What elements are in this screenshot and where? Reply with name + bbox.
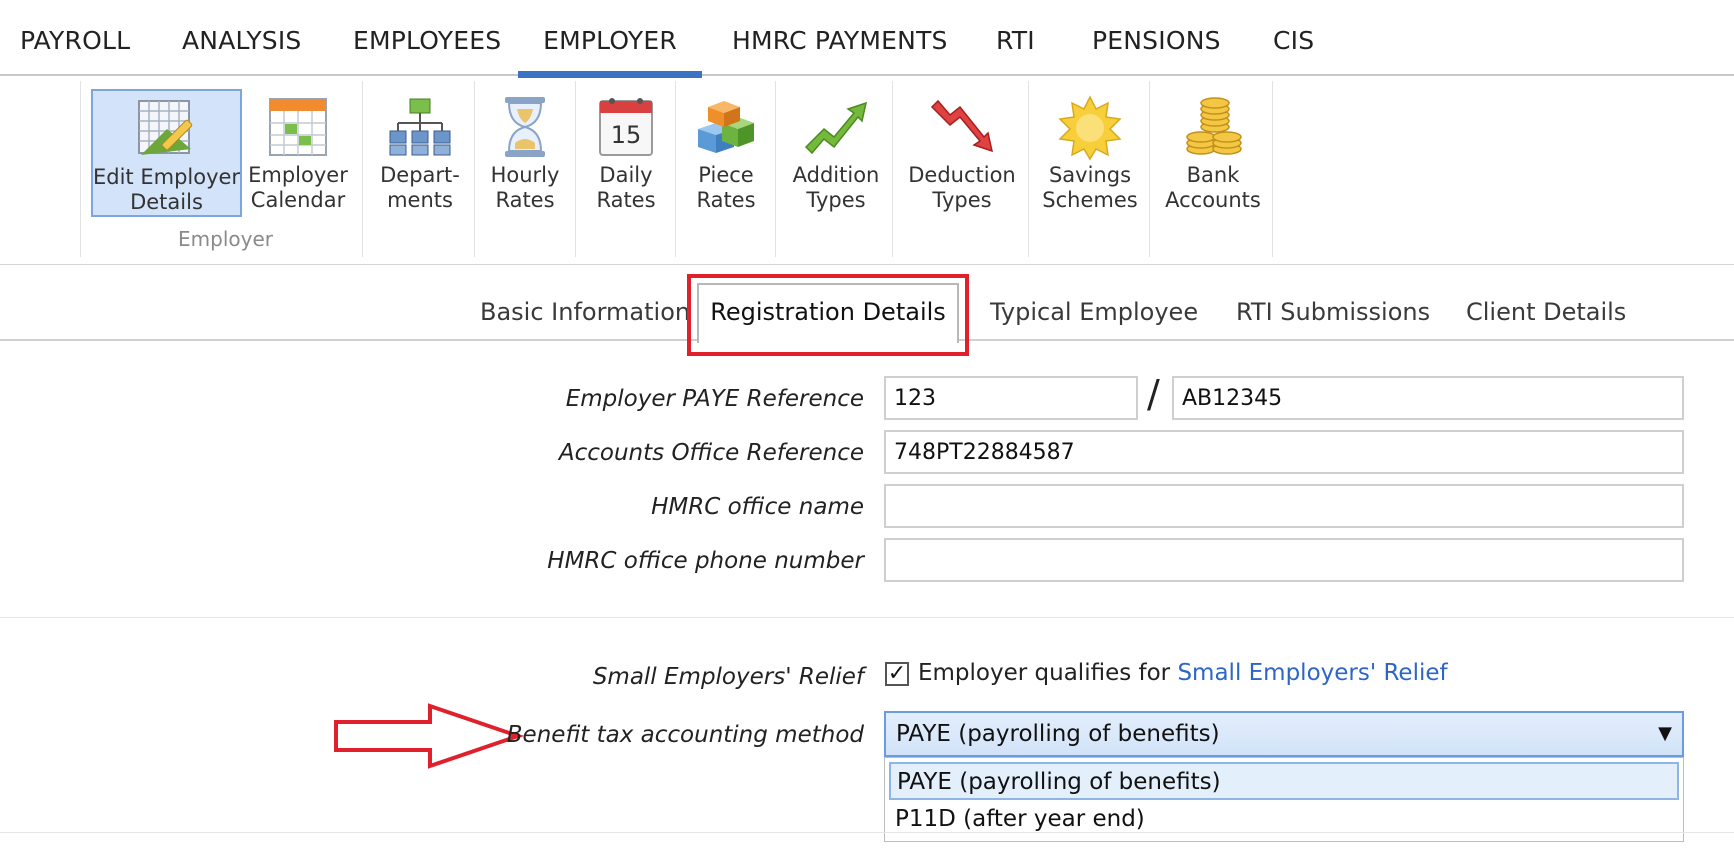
trend-down-icon (930, 99, 994, 153)
dropdown-arrow-icon: ▼ (1658, 723, 1672, 744)
ribbon-label: Employer (248, 163, 348, 187)
menu-employer[interactable]: EMPLOYER (518, 0, 702, 78)
edit-grid-icon (137, 100, 192, 155)
departments-button[interactable]: Depart- ments (370, 89, 470, 217)
hourglass-icon (505, 97, 545, 157)
ribbon-separator (575, 81, 576, 257)
ribbon-separator (1272, 81, 1273, 257)
paye-reference-label: Employer PAYE Reference (565, 386, 864, 412)
ribbon-label: Addition (792, 163, 880, 187)
main-menu-bar: PAYROLL ANALYSIS EMPLOYEES EMPLOYER HMRC… (0, 0, 1734, 78)
ribbon-label: ments (387, 188, 453, 212)
calendar-day-number: 15 (611, 121, 642, 149)
benefit-tax-method-label: Benefit tax accounting method (506, 722, 864, 748)
deduction-types-button[interactable]: Deduction Types (900, 89, 1024, 217)
ribbon-label: Schemes (1042, 188, 1138, 212)
ribbon-toolbar: Edit Employer Details Employer Calendar (0, 77, 1734, 265)
ribbon-separator (775, 81, 776, 257)
ribbon-group-label: Employer (178, 227, 273, 251)
ribbon-label: Types (932, 188, 992, 212)
calendar-grid-icon (269, 98, 327, 156)
menu-employees[interactable]: EMPLOYEES (353, 0, 501, 76)
ribbon-separator (1028, 81, 1029, 257)
menu-hmrc-payments[interactable]: HMRC PAYMENTS (732, 0, 948, 76)
ribbon-separator (892, 81, 893, 257)
ribbon-label: Piece (698, 163, 754, 187)
ribbon-label: Rates (596, 188, 656, 212)
hourly-rates-button[interactable]: Hourly Rates (480, 89, 570, 217)
select-value: PAYE (payrolling of benefits) (896, 721, 1220, 747)
addition-types-button[interactable]: Addition Types (784, 89, 888, 217)
ribbon-label: Calendar (250, 188, 346, 212)
menu-payroll[interactable]: PAYROLL (20, 0, 130, 76)
ribbon-separator (362, 81, 363, 257)
ribbon-label: Bank (1186, 163, 1240, 187)
ribbon-label: Rates (495, 188, 555, 212)
menu-rti[interactable]: RTI (996, 0, 1035, 76)
menu-analysis[interactable]: ANALYSIS (182, 0, 302, 76)
hmrc-office-phone-input[interactable] (884, 538, 1684, 582)
ribbon-label: Hourly (490, 163, 560, 187)
accounts-office-reference-label: Accounts Office Reference (558, 440, 864, 466)
tab-client-details[interactable]: Client Details (1466, 285, 1626, 341)
bank-accounts-button[interactable]: Bank Accounts (1158, 89, 1268, 217)
hmrc-office-name-label: HMRC office name (651, 494, 864, 520)
tab-rti-submissions[interactable]: RTI Submissions (1236, 285, 1430, 341)
employer-calendar-button[interactable]: Employer Calendar (246, 89, 350, 217)
ribbon-label: Savings (1048, 163, 1132, 187)
calendar-day-icon: 15 (599, 98, 653, 156)
small-employers-relief-text: Employer qualifies for Small Employers' … (918, 660, 1448, 686)
edit-employer-details-button[interactable]: Edit Employer Details (91, 89, 242, 217)
tab-registration-details[interactable]: Registration Details (697, 283, 959, 343)
ribbon-separator (80, 81, 81, 257)
menu-cis[interactable]: CIS (1273, 0, 1314, 76)
benefit-tax-method-dropdown: PAYE (payrolling of benefits) P11D (afte… (884, 757, 1684, 842)
tab-typical-employee[interactable]: Typical Employee (990, 285, 1198, 341)
checkbox-caption: Employer qualifies for (918, 660, 1171, 686)
option-paye[interactable]: PAYE (payrolling of benefits) (889, 762, 1679, 800)
daily-rates-button[interactable]: 15 Daily Rates (580, 89, 672, 217)
small-employers-relief-label: Small Employers' Relief (592, 664, 864, 690)
piece-rates-button[interactable]: Piece Rates (680, 89, 772, 217)
section-divider (0, 832, 1734, 833)
ribbon-label: Rates (696, 188, 756, 212)
ribbon-label: Depart- (380, 163, 460, 187)
savings-schemes-button[interactable]: Savings Schemes (1036, 89, 1144, 217)
org-chart-icon (389, 98, 451, 156)
trend-up-icon (804, 101, 868, 155)
ribbon-label: Deduction (908, 163, 1016, 187)
hmrc-office-phone-label: HMRC office phone number (547, 548, 864, 574)
ribbon-label: Details (130, 190, 203, 214)
paye-separator: / (1147, 372, 1160, 416)
paye-reference-part2-input[interactable] (1172, 376, 1684, 420)
section-divider (0, 617, 1734, 618)
benefit-tax-method-select[interactable]: PAYE (payrolling of benefits) ▼ (884, 711, 1684, 757)
hmrc-office-name-input[interactable] (884, 484, 1684, 528)
annotation-arrow-icon (334, 703, 525, 769)
ribbon-label: Accounts (1165, 188, 1261, 212)
accounts-office-reference-input[interactable] (884, 430, 1684, 474)
coins-icon (1186, 97, 1242, 155)
ribbon-separator (1149, 81, 1150, 257)
ribbon-label: Edit Employer (93, 165, 241, 189)
tab-bar: Basic Information Registration Details T… (0, 265, 1734, 343)
sun-badge-icon (1058, 95, 1122, 161)
small-employers-relief-link[interactable]: Small Employers' Relief (1177, 660, 1447, 686)
small-employers-relief-checkbox[interactable]: ✓ (885, 662, 909, 686)
ribbon-label: Daily (599, 163, 653, 187)
tab-basic-information[interactable]: Basic Information (480, 285, 690, 341)
paye-reference-part1-input[interactable] (884, 376, 1138, 420)
blocks-icon (698, 101, 754, 153)
ribbon-separator (474, 81, 475, 257)
option-p11d[interactable]: P11D (after year end) (889, 801, 1679, 839)
ribbon-label: Types (806, 188, 866, 212)
ribbon-separator (675, 81, 676, 257)
menu-pensions[interactable]: PENSIONS (1092, 0, 1221, 76)
